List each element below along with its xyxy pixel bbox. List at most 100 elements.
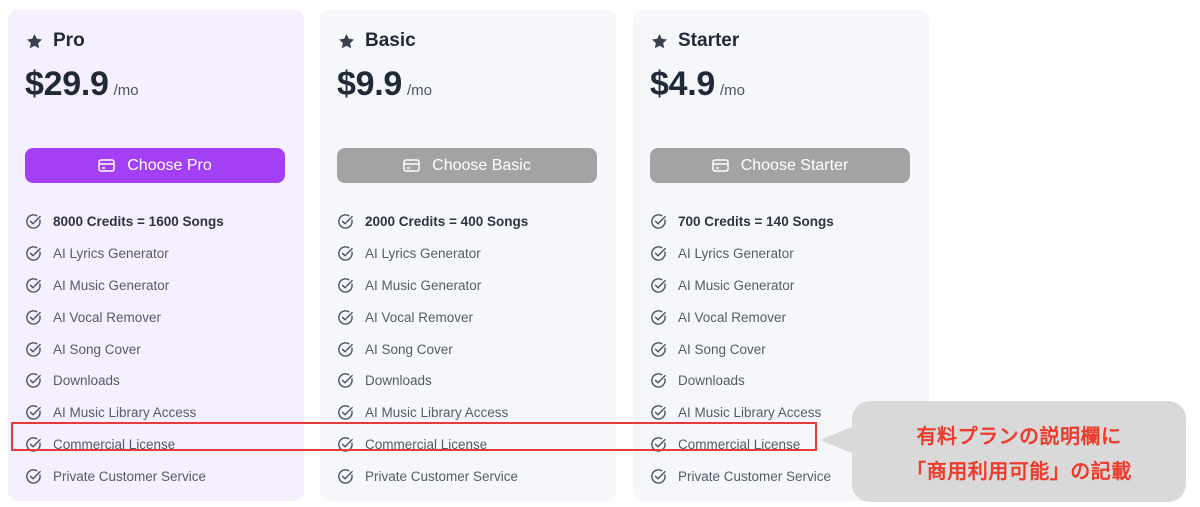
feature-item: Private Customer Service: [337, 460, 528, 492]
check-circle-icon: [338, 278, 353, 293]
plan-name: Pro: [53, 30, 85, 51]
feature-label: AI Lyrics Generator: [678, 246, 794, 262]
plan-header: Pro: [25, 29, 85, 53]
pricing-page: Pro $29.9 /mo Choose Pro 8000 Credits = …: [0, 0, 1200, 507]
plan-period: /mo: [113, 82, 139, 99]
plan-name: Starter: [678, 30, 740, 51]
check-circle-icon: [651, 468, 666, 484]
feature-item: AI Lyrics Generator: [337, 238, 528, 270]
feature-label: Downloads: [678, 373, 745, 389]
check-circle-icon: [26, 341, 41, 357]
check-circle-icon: [651, 405, 666, 420]
feature-item: Downloads: [25, 365, 224, 397]
check-circle-icon: [338, 405, 353, 420]
feature-item: Private Customer Service: [25, 460, 224, 492]
feature-item: 8000 Credits = 1600 Songs: [25, 206, 224, 238]
feature-label: AI Song Cover: [365, 341, 453, 357]
feature-item: AI Lyrics Generator: [25, 238, 224, 270]
button-label: Choose Starter: [740, 156, 849, 174]
feature-item: AI Lyrics Generator: [650, 238, 834, 270]
feature-label: 2000 Credits = 400 Songs: [365, 214, 529, 230]
plan-header: Basic: [337, 29, 416, 53]
feature-item: AI Music Generator: [25, 270, 224, 302]
feature-label: AI Vocal Remover: [53, 309, 162, 325]
check-circle-icon: [651, 214, 666, 230]
button-label: Choose Pro: [127, 156, 212, 174]
feature-label: Downloads: [365, 373, 432, 389]
feature-label: AI Music Generator: [365, 277, 482, 293]
plan-period: /mo: [406, 82, 432, 99]
feature-label: Private Customer Service: [678, 468, 832, 484]
check-circle-icon: [651, 309, 666, 325]
annotation-callout: 有料プランの説明欄に 「商用利用可能」の記載: [852, 401, 1186, 502]
plan-price: $29.9: [25, 65, 109, 103]
feature-label: AI Music Generator: [53, 277, 170, 293]
plan-name: Basic: [365, 30, 416, 51]
check-circle-icon: [338, 341, 353, 357]
check-circle-icon: [26, 373, 41, 389]
plan-price: $9.9: [337, 65, 402, 103]
feature-label: Private Customer Service: [365, 468, 519, 484]
check-circle-icon: [651, 278, 666, 293]
feature-label: AI Music Library Access: [53, 405, 197, 421]
annotation-line-2: 「商用利用可能」の記載: [906, 458, 1132, 483]
callout-pointer: [820, 426, 854, 454]
button-label: Choose Basic: [432, 156, 531, 174]
feature-item: AI Music Generator: [337, 270, 528, 302]
price-row: $29.9 /mo: [25, 65, 139, 104]
feature-label: AI Vocal Remover: [678, 309, 787, 325]
check-circle-icon: [651, 373, 666, 389]
feature-label: Private Customer Service: [53, 468, 207, 484]
feature-item: AI Song Cover: [650, 333, 834, 365]
feature-item: AI Vocal Remover: [337, 301, 528, 333]
choose-starter-button[interactable]: Choose Starter: [650, 148, 910, 183]
feature-label: AI Song Cover: [53, 341, 141, 357]
plan-period: /mo: [719, 82, 745, 99]
feature-label: AI Music Library Access: [365, 405, 509, 421]
price-row: $4.9 /mo: [650, 65, 745, 104]
check-circle-icon: [26, 214, 41, 230]
credit-card-icon: [711, 159, 729, 172]
star-icon: [338, 33, 355, 48]
star-icon: [651, 33, 668, 48]
feature-item: AI Vocal Remover: [25, 301, 224, 333]
check-circle-icon: [338, 214, 353, 230]
feature-item: Downloads: [337, 365, 528, 397]
check-circle-icon: [338, 373, 353, 389]
credit-card-icon: [98, 159, 115, 172]
choose-basic-button[interactable]: Choose Basic: [337, 148, 597, 183]
check-circle-icon: [26, 309, 41, 325]
feature-label: AI Music Generator: [678, 277, 795, 293]
feature-label: AI Music Library Access: [678, 405, 822, 421]
check-circle-icon: [26, 246, 41, 261]
feature-item: AI Music Generator: [650, 270, 834, 302]
feature-item: 700 Credits = 140 Songs: [650, 206, 834, 238]
feature-label: 8000 Credits = 1600 Songs: [53, 214, 224, 230]
star-icon: [26, 33, 43, 48]
feature-item: Downloads: [650, 365, 834, 397]
check-circle-icon: [26, 405, 41, 420]
plan-price: $4.9: [650, 65, 715, 103]
check-circle-icon: [651, 341, 666, 357]
check-circle-icon: [338, 468, 353, 484]
check-circle-icon: [26, 278, 41, 293]
feature-item: AI Song Cover: [337, 333, 528, 365]
feature-label: AI Lyrics Generator: [365, 246, 481, 262]
credit-card-icon: [403, 159, 420, 172]
feature-label: AI Vocal Remover: [365, 309, 474, 325]
feature-label: Downloads: [53, 373, 120, 389]
feature-item: AI Vocal Remover: [650, 301, 834, 333]
annotation-line-1: 有料プランの説明欄に: [916, 423, 1122, 448]
feature-label: AI Lyrics Generator: [53, 246, 169, 262]
check-circle-icon: [26, 468, 41, 484]
plan-header: Starter: [650, 29, 739, 53]
feature-item: AI Song Cover: [25, 333, 224, 365]
check-circle-icon: [338, 309, 353, 325]
commercial-license-highlight: [11, 422, 817, 451]
check-circle-icon: [338, 246, 353, 261]
feature-item: Private Customer Service: [650, 460, 834, 492]
check-circle-icon: [651, 246, 666, 261]
choose-pro-button[interactable]: Choose Pro: [25, 148, 285, 183]
feature-item: 2000 Credits = 400 Songs: [337, 206, 528, 238]
price-row: $9.9 /mo: [337, 65, 432, 104]
